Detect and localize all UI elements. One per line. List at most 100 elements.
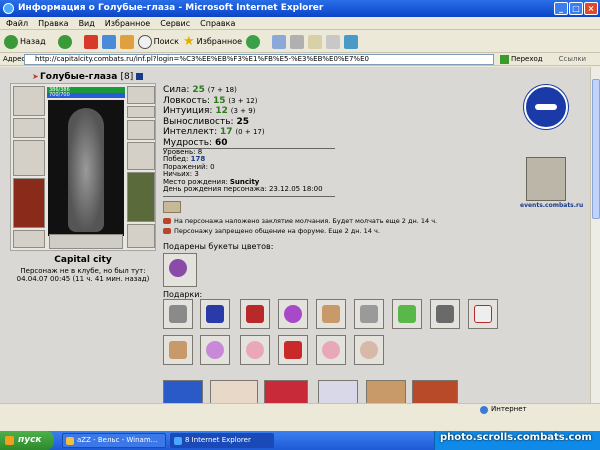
windows-logo-icon: [5, 436, 14, 445]
clan-icon[interactable]: [163, 201, 181, 213]
gifts-label: Подарки:: [163, 290, 203, 299]
gift-item[interactable]: [240, 299, 270, 329]
gift-item[interactable]: [354, 335, 384, 365]
gift-item[interactable]: [200, 299, 230, 329]
edit-button[interactable]: [308, 34, 323, 49]
stat-row: Мудрость: 60: [163, 137, 228, 148]
window-title: Информация о Голубые-глаза - Microsoft I…: [18, 3, 324, 13]
gift-item[interactable]: [316, 299, 346, 329]
menu-file[interactable]: Файл: [6, 17, 28, 29]
stop-button[interactable]: [83, 34, 98, 49]
gift-card[interactable]: [264, 380, 308, 403]
gift-item[interactable]: [392, 299, 422, 329]
legs-slot[interactable]: [127, 172, 155, 222]
back-button[interactable]: Назад: [4, 34, 46, 49]
home-button[interactable]: [119, 34, 134, 49]
status-bar: Интернет: [0, 403, 600, 415]
events-banner-caption[interactable]: events.combats.ru: [520, 202, 583, 209]
ie-taskbar-icon: [174, 437, 182, 445]
gift-item[interactable]: [354, 299, 384, 329]
page-content: ➤ Голубые-глаза [8] 386/386 700/700 Capi…: [0, 67, 590, 403]
menu-edit[interactable]: Правка: [38, 17, 68, 29]
favorites-button[interactable]: ★ Избранное: [183, 34, 242, 49]
window-title-bar: Информация о Голубые-глаза - Microsoft I…: [0, 0, 600, 17]
taskbar-item-ie[interactable]: 8 Internet Explorer: [170, 433, 274, 448]
bracers-slot[interactable]: [13, 118, 45, 138]
gift-card[interactable]: [412, 380, 458, 403]
paperdoll: 386/386 700/700: [10, 83, 156, 251]
toolbar: Назад Поиск ★ Избранное: [0, 31, 600, 53]
taskbar-item-winamp[interactable]: aZZ - Вельс - Winam...: [62, 433, 166, 448]
belt-slot[interactable]: [13, 230, 45, 248]
helmet-slot[interactable]: [13, 86, 45, 116]
search-button[interactable]: Поиск: [137, 34, 179, 49]
globe-icon: [480, 405, 488, 414]
info-icon[interactable]: [136, 73, 144, 80]
gift-item[interactable]: [163, 299, 193, 329]
gift-item[interactable]: [430, 299, 460, 329]
gift-item[interactable]: [278, 335, 308, 365]
gift-card[interactable]: [210, 380, 258, 403]
flower-bouquet-item[interactable]: [163, 253, 197, 287]
refresh-button[interactable]: [101, 34, 116, 49]
go-button[interactable]: Переход: [500, 54, 543, 64]
menu-bar: Файл Правка Вид Избранное Сервис Справка: [0, 17, 600, 30]
go-arrow-icon: [500, 54, 509, 64]
shield-slot[interactable]: [127, 142, 155, 170]
scrollbar-thumb[interactable]: [592, 79, 600, 219]
gloves-slot[interactable]: [127, 120, 155, 140]
history-button[interactable]: [246, 34, 261, 49]
gift-item[interactable]: [278, 299, 308, 329]
stat-row: Интуиция: 12 (3 + 9): [163, 106, 256, 116]
gift-card[interactable]: [163, 380, 203, 403]
character-name: Голубые-глаза [8]: [40, 72, 144, 82]
gift-card[interactable]: [318, 380, 358, 403]
discuss-button[interactable]: [326, 34, 341, 49]
stats-list: Сила: 25 (7 + 18) Ловкость: 15 (3 + 12) …: [163, 85, 265, 148]
search-icon: [137, 34, 152, 49]
stat-row: Сила: 25 (7 + 18): [163, 85, 237, 95]
desktop-gap: [0, 416, 600, 431]
weapon-slot[interactable]: [13, 140, 45, 176]
events-banner[interactable]: [526, 157, 566, 201]
info-list: Уровень: 8 Побед: 178 Поражений: 0 Ничьи…: [163, 148, 323, 194]
vertical-scrollbar[interactable]: [590, 67, 600, 403]
gift-item[interactable]: [468, 299, 498, 329]
print-button[interactable]: [290, 34, 305, 49]
ring-slots[interactable]: [127, 106, 155, 118]
close-button[interactable]: ×: [584, 2, 598, 15]
menu-view[interactable]: Вид: [79, 17, 95, 29]
stat-row: Ловкость: 15 (3 + 12): [163, 95, 258, 106]
start-button[interactable]: пуск: [0, 431, 54, 450]
amulet-slot[interactable]: [127, 86, 155, 104]
ie-icon: [3, 3, 14, 14]
minimize-button[interactable]: _: [554, 2, 568, 15]
menu-tools[interactable]: Сервис: [160, 17, 190, 29]
gift-item[interactable]: [240, 335, 270, 365]
menu-help[interactable]: Справка: [200, 17, 235, 29]
back-arrow-icon: [4, 34, 18, 49]
gift-item[interactable]: [316, 335, 346, 365]
club-info: Персонаж не в клубе, но был тут: 04.04.0…: [16, 267, 150, 283]
maximize-button[interactable]: □: [569, 2, 583, 15]
silence-notice: На персонажа наложено заклятие молчания.…: [163, 217, 437, 225]
gift-item[interactable]: [163, 335, 193, 365]
gift-item[interactable]: [200, 335, 230, 365]
boots-slot[interactable]: [127, 224, 155, 248]
character-marker-icon: ➤: [32, 72, 39, 81]
stat-row: Интеллект: 17 (0 + 17): [163, 127, 265, 137]
alignment-emblem[interactable]: [524, 85, 568, 129]
armor-slot[interactable]: [13, 178, 45, 228]
gift-card[interactable]: [366, 380, 406, 403]
info-row: День рождения персонажа: 23.12.05 18:00: [163, 185, 323, 194]
forward-button[interactable]: [57, 34, 72, 49]
links-button[interactable]: Ссылки: [559, 55, 587, 63]
emblem-slot: [49, 234, 123, 249]
address-input[interactable]: http://capitalcity.combats.ru/inf.pl?log…: [24, 53, 494, 65]
mail-button[interactable]: [272, 34, 287, 49]
menu-favorites[interactable]: Избранное: [105, 17, 150, 29]
address-bar: Адрес: http://capitalcity.combats.ru/inf…: [0, 53, 600, 66]
forum-ban-icon: [163, 228, 171, 234]
forum-ban-notice: Персонажу запрещено общение на форуме. Е…: [163, 227, 380, 235]
messenger-button[interactable]: [344, 34, 359, 49]
